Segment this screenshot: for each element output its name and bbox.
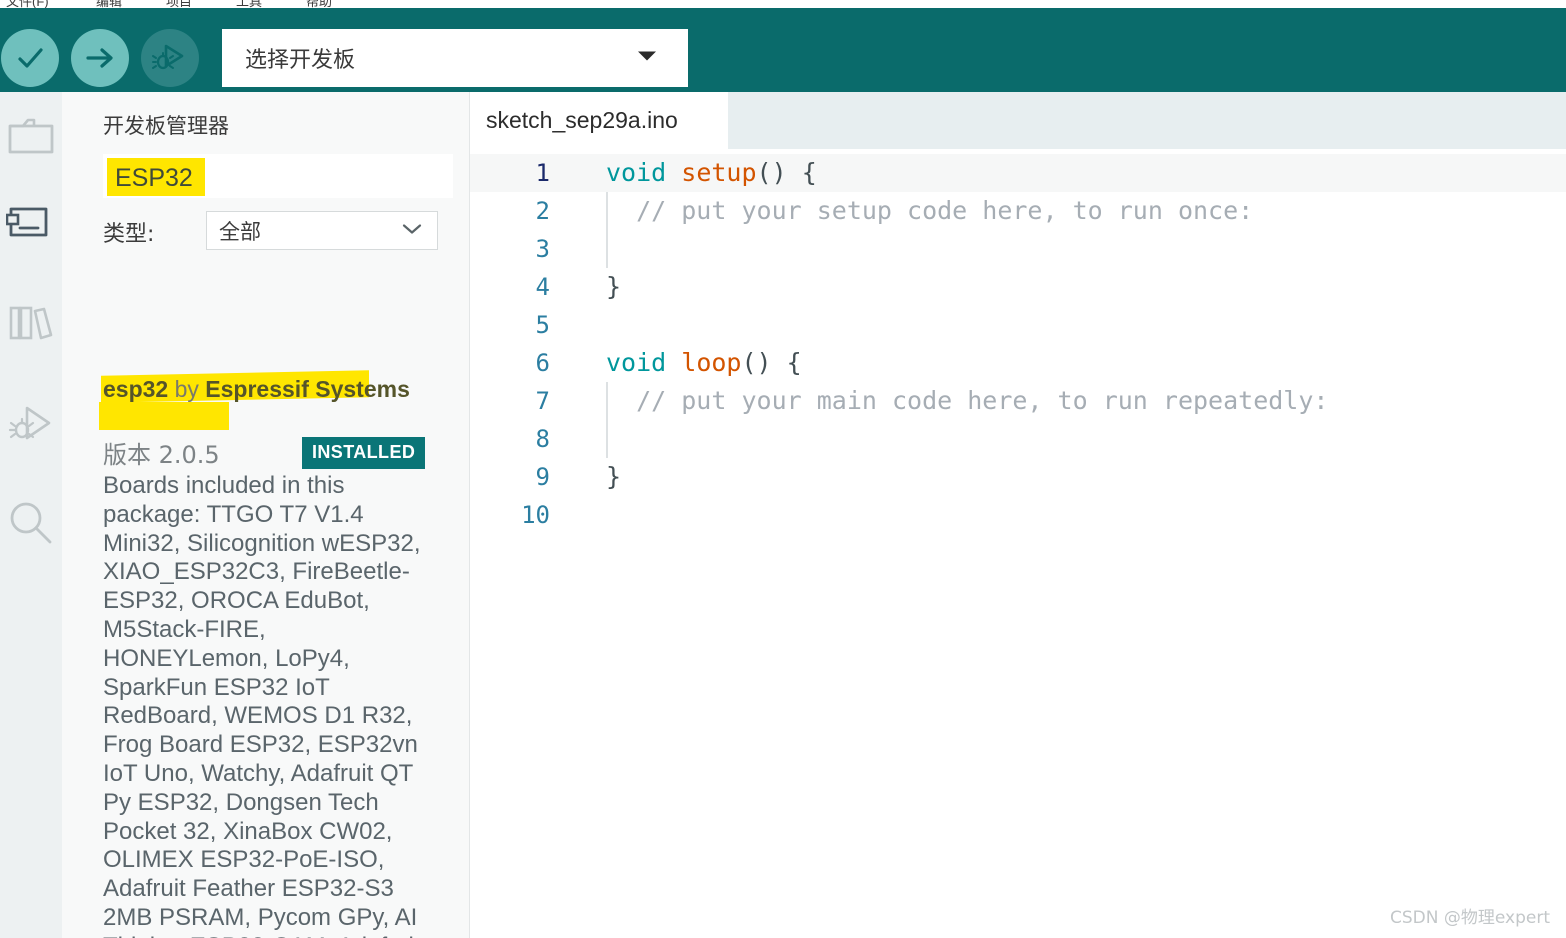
code-token: } — [606, 462, 622, 491]
boards-package-list[interactable]: esp32 by Espressif Systems 版本 2.0.5 INST… — [62, 265, 470, 938]
sidebar-item-search[interactable] — [0, 490, 62, 560]
editor-area: sketch_sep29a.ino 1 void setup() {2 // pu… — [470, 92, 1566, 938]
menu-item-help[interactable]: 帮助 — [306, 0, 332, 8]
package-name: esp32 — [103, 376, 169, 402]
code-line-text: // put your main code here, to run repea… — [606, 382, 1328, 420]
books-icon — [7, 301, 55, 350]
menu-item-sketch[interactable]: 项目 — [166, 0, 192, 8]
sidebar-item-debug[interactable] — [0, 390, 62, 460]
code-line-text: void setup() { — [606, 154, 817, 192]
package-description: Boards included in this package: TTGO T7… — [103, 472, 421, 938]
sidebar-item-library-manager[interactable] — [0, 290, 62, 360]
arduino-ide-window: 文件(F) 编辑 项目 工具 帮助 选择开发板 开发板管理器 ESP32 类型:… — [0, 0, 1566, 938]
menu-item-edit[interactable]: 编辑 — [96, 0, 122, 8]
line-number: 7 — [535, 387, 550, 415]
chevron-down-icon — [401, 221, 423, 240]
boards-manager-panel: 开发板管理器 ESP32 类型: 全部 esp32 by Espressif S… — [62, 92, 470, 938]
panel-title: 开发板管理器 — [103, 114, 229, 138]
board-selector[interactable]: 选择开发板 — [222, 29, 688, 87]
sidebar-item-boards-manager[interactable] — [0, 190, 62, 260]
type-filter-row: 类型: 全部 — [103, 211, 453, 252]
debug-icon — [7, 401, 55, 450]
sidebar-item-sketchbook[interactable] — [0, 104, 62, 174]
code-token: () { — [741, 348, 802, 377]
tab-label: sketch_sep29a.ino — [486, 107, 678, 133]
code-line[interactable]: 4} — [470, 268, 1566, 306]
line-number: 4 — [535, 273, 550, 301]
debug-button[interactable] — [141, 29, 199, 87]
chevron-down-icon — [635, 48, 659, 69]
code-line[interactable]: 3 — [470, 230, 1566, 268]
code-editor[interactable]: 1 void setup() {2 // put your setup code … — [470, 149, 1566, 938]
tab-sketch-sep29a[interactable]: sketch_sep29a.ino — [470, 92, 728, 149]
watermark: CSDN @物理expert — [1390, 908, 1550, 928]
code-token: loop — [681, 348, 742, 377]
line-number: 9 — [535, 463, 550, 491]
board-selector-value: 选择开发板 — [245, 48, 356, 73]
menu-item-file[interactable]: 文件(F) — [6, 0, 49, 8]
magnifier-icon — [7, 499, 55, 552]
indent-guide — [606, 420, 608, 458]
code-line-text: void loop() { — [606, 344, 802, 382]
menu-bar[interactable]: 文件(F) 编辑 项目 工具 帮助 — [0, 0, 1566, 8]
main-toolbar: 选择开发板 — [0, 8, 1566, 92]
code-line[interactable]: 7 // put your main code here, to run rep… — [470, 382, 1566, 420]
code-token: // put your setup code here, to run once… — [606, 196, 1254, 225]
line-number: 10 — [521, 501, 550, 529]
arrow-right-icon — [83, 41, 117, 75]
line-number: 6 — [535, 349, 550, 377]
line-number: 8 — [535, 425, 550, 453]
type-filter-value: 全部 — [219, 219, 261, 244]
search-input-value: ESP32 — [115, 164, 193, 192]
line-number: 2 — [535, 197, 550, 225]
debug-bug-play-icon — [152, 40, 188, 76]
code-line[interactable]: 8 — [470, 420, 1566, 458]
code-token: } — [606, 272, 622, 301]
code-line[interactable]: 10 — [470, 496, 1566, 534]
activity-bar — [0, 92, 62, 938]
code-line[interactable]: 2 // put your setup code here, to run on… — [470, 192, 1566, 230]
package-by: by — [168, 376, 206, 402]
code-line[interactable]: 9} — [470, 458, 1566, 496]
type-filter-label: 类型: — [103, 222, 155, 247]
code-line-text: } — [606, 458, 621, 496]
folder-icon — [7, 116, 55, 163]
code-line-text: // put your setup code here, to run once… — [606, 192, 1253, 230]
code-line[interactable]: 1 void setup() { — [470, 154, 1566, 192]
code-token: setup — [681, 158, 757, 187]
code-line[interactable]: 6 void loop() { — [470, 344, 1566, 382]
editor-tab-bar: sketch_sep29a.ino — [470, 92, 1566, 149]
checkmark-icon — [13, 41, 47, 75]
type-filter-select[interactable]: 全部 — [206, 211, 438, 250]
upload-button[interactable] — [71, 29, 129, 87]
line-number: 3 — [535, 235, 550, 263]
code-token: void — [606, 158, 667, 187]
package-version: 版本 2.0.5 — [103, 441, 220, 469]
menu-item-tools[interactable]: 工具 — [236, 0, 262, 8]
line-number: 1 — [535, 159, 550, 187]
boards-manager-icon — [5, 203, 56, 248]
code-token: // put your main code here, to run repea… — [606, 386, 1329, 415]
code-line[interactable]: 5 — [470, 306, 1566, 344]
package-title: esp32 by Espressif Systems — [103, 375, 433, 404]
package-author: Espressif Systems — [205, 376, 410, 402]
package-title-highlight-2 — [99, 402, 229, 430]
code-token: void — [606, 348, 667, 377]
line-number: 5 — [535, 311, 550, 339]
code-line-text: } — [606, 268, 621, 306]
code-token: () { — [756, 158, 817, 187]
status-badge: INSTALLED — [302, 437, 426, 469]
indent-guide — [606, 230, 608, 268]
verify-button[interactable] — [1, 29, 59, 87]
